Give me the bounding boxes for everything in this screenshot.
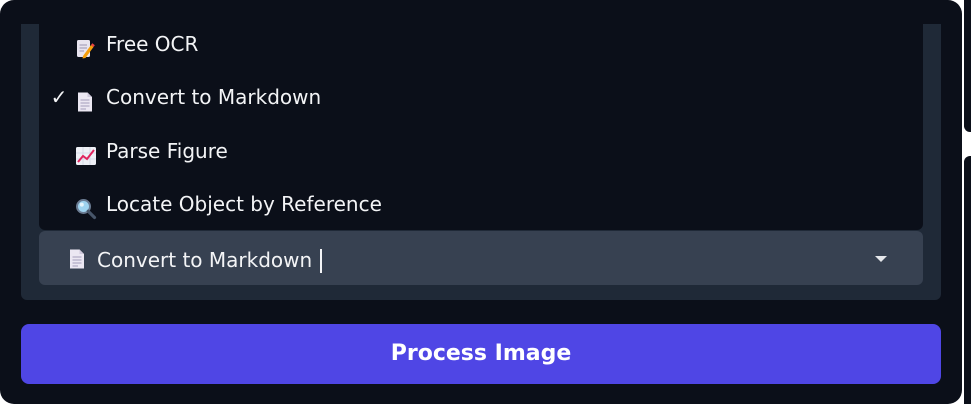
option-label: Parse Figure bbox=[106, 139, 228, 163]
process-image-button[interactable]: Process Image bbox=[21, 324, 941, 384]
check-icon: ✓ bbox=[50, 85, 68, 109]
option-convert-to-markdown[interactable]: ✓ Convert to Markdown bbox=[39, 77, 923, 117]
option-free-ocr[interactable]: Free OCR bbox=[39, 24, 923, 64]
option-parse-figure[interactable]: Parse Figure bbox=[39, 131, 923, 171]
chevron-down-icon[interactable] bbox=[875, 256, 887, 262]
task-select-input[interactable]: Convert to Markdown bbox=[39, 231, 923, 285]
dropdown-options-list: Free OCR ✓ Convert to Markdown Parse Fig… bbox=[39, 24, 923, 230]
option-label: Convert to Markdown bbox=[106, 85, 322, 109]
option-label: Free OCR bbox=[106, 32, 199, 56]
adjacent-panel-bottom bbox=[964, 156, 971, 404]
text-cursor bbox=[320, 249, 322, 273]
adjacent-panel-top bbox=[964, 0, 971, 132]
option-label: Locate Object by Reference bbox=[106, 192, 382, 216]
selected-value: Convert to Markdown bbox=[97, 248, 313, 272]
magnifier-icon bbox=[75, 193, 97, 220]
option-locate-object[interactable]: Locate Object by Reference bbox=[39, 184, 923, 224]
memo-pencil-icon bbox=[75, 33, 95, 59]
page-document-icon bbox=[75, 86, 95, 112]
page-document-icon bbox=[67, 248, 87, 270]
chart-increasing-icon bbox=[75, 140, 96, 165]
